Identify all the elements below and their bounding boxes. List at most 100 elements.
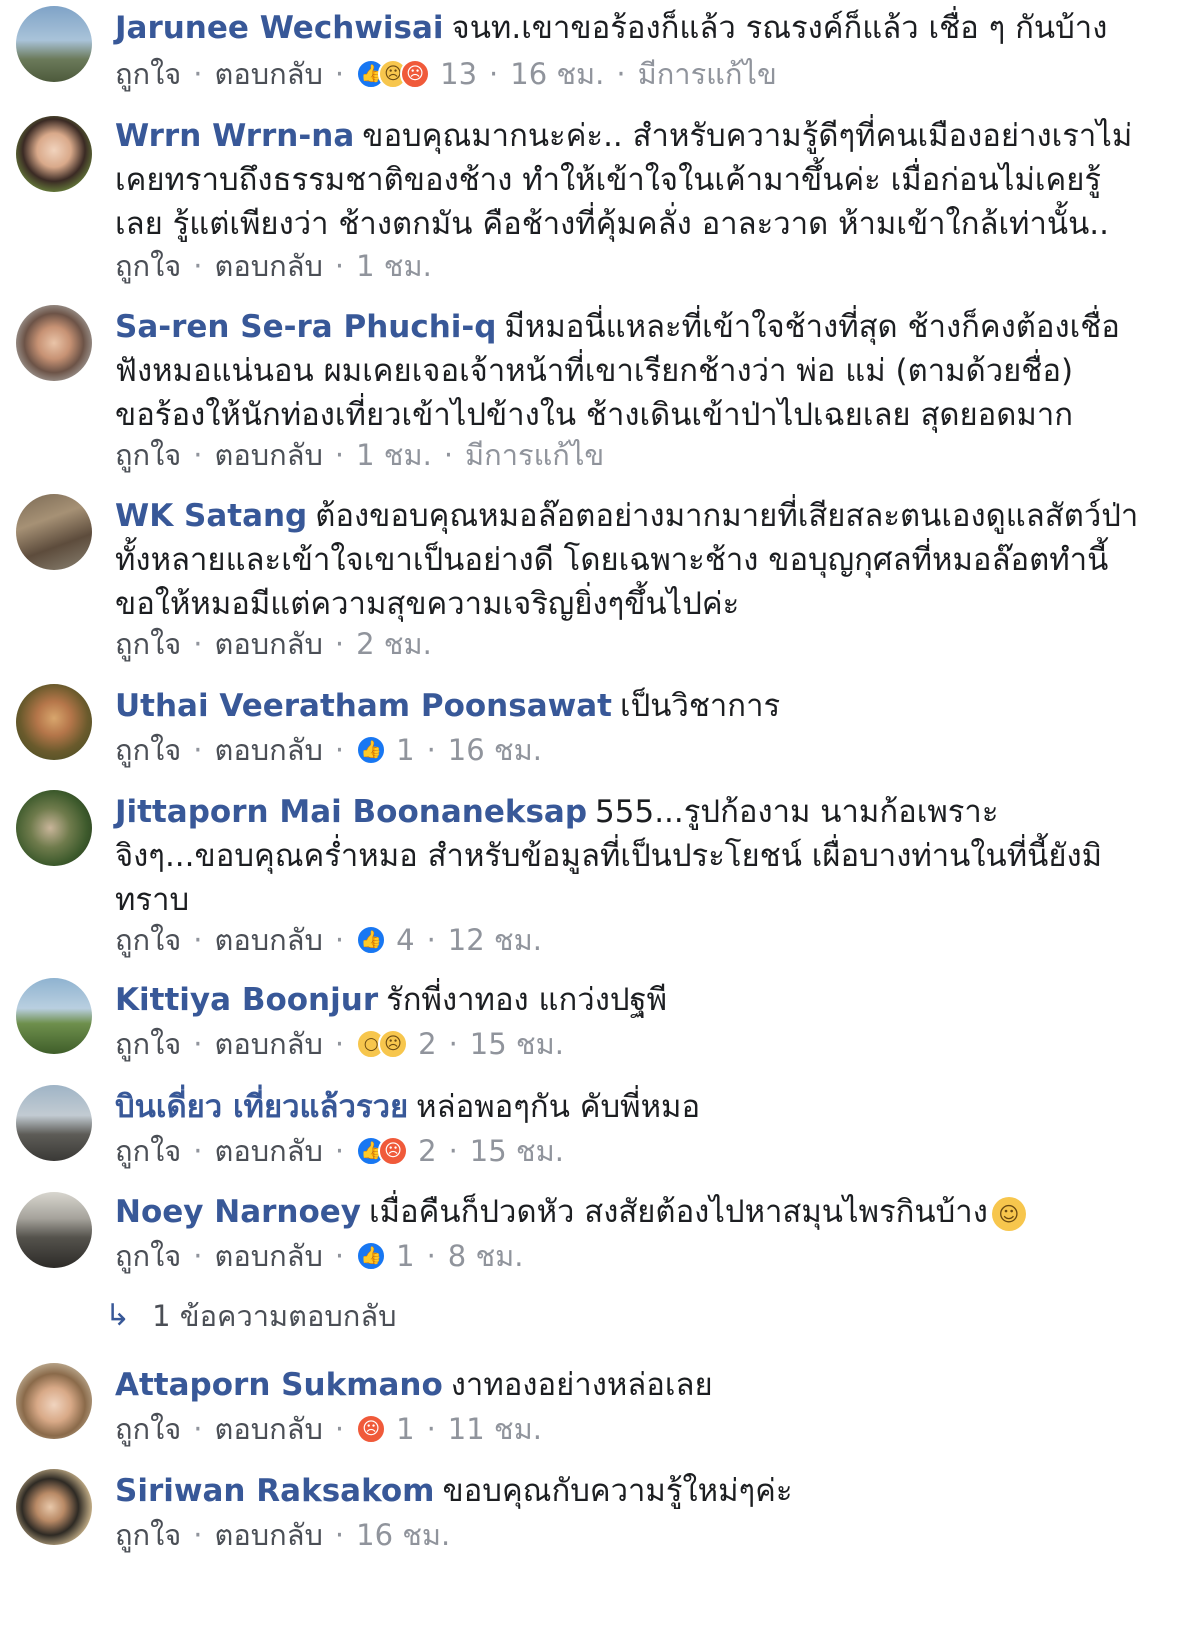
separator: · xyxy=(193,1412,203,1446)
commenter-name[interactable]: Kittiya Boonjur xyxy=(115,982,378,1018)
reactions[interactable]: 👍 xyxy=(356,735,387,765)
reaction-count[interactable]: 2 xyxy=(418,1024,436,1064)
separator: · xyxy=(193,733,203,767)
reaction-count[interactable]: 13 xyxy=(440,54,477,94)
separator: · xyxy=(334,1027,345,1061)
reactions[interactable]: 👍 ☹ xyxy=(356,1136,409,1166)
commenter-name[interactable]: Wrrn Wrrn-na xyxy=(115,118,354,154)
edited-label[interactable]: มีการแก้ไข xyxy=(465,435,604,475)
separator: · xyxy=(334,1134,345,1168)
avatar[interactable] xyxy=(16,494,92,570)
separator: · xyxy=(426,1239,436,1273)
like-icon: 👍 xyxy=(356,925,387,955)
reply-link[interactable]: ตอบกลับ xyxy=(215,1024,323,1064)
commenter-name[interactable]: Jittaporn Mai Boonaneksap xyxy=(115,794,587,830)
reply-link[interactable]: ตอบกลับ xyxy=(215,54,323,94)
like-link[interactable]: ถูกใจ xyxy=(115,1024,181,1064)
reactions[interactable]: 👍 xyxy=(356,925,387,955)
comment-text: งาทองอย่างหล่อเลย xyxy=(450,1367,713,1403)
avatar[interactable] xyxy=(16,305,92,381)
like-icon: 👍 xyxy=(356,1241,387,1271)
timestamp[interactable]: 11 ชม. xyxy=(448,1409,542,1449)
avatar[interactable] xyxy=(16,684,92,760)
separator: · xyxy=(448,1134,458,1168)
avatar[interactable] xyxy=(16,978,92,1054)
comment-thread: Jarunee Wechwisai จนท.เขาขอร้องก็แล้ว รณร… xyxy=(0,0,1200,1650)
view-replies-link[interactable]: ↳ 1 ข้อความตอบกลับ xyxy=(105,1296,397,1336)
sweat-smile-emoji: ☺ xyxy=(991,1196,1026,1231)
avatar[interactable] xyxy=(16,1363,92,1439)
timestamp[interactable]: 16 ชม. xyxy=(448,730,542,770)
commenter-name[interactable]: บินเดี่ยว เที่ยวแล้วรวย xyxy=(115,1089,408,1125)
commenter-name[interactable]: Siriwan Raksakom xyxy=(115,1473,434,1509)
timestamp[interactable]: 16 ชม. xyxy=(356,1515,450,1555)
separator: · xyxy=(334,57,345,91)
reaction-count[interactable]: 1 xyxy=(396,1236,414,1276)
separator: · xyxy=(334,1412,345,1446)
like-link[interactable]: ถูกใจ xyxy=(115,1131,181,1171)
avatar[interactable] xyxy=(16,116,92,192)
reaction-count[interactable]: 1 xyxy=(396,1409,414,1449)
avatar[interactable] xyxy=(16,1469,92,1545)
reply-link[interactable]: ตอบกลับ xyxy=(215,624,323,664)
like-link[interactable]: ถูกใจ xyxy=(115,435,181,475)
angry-icon: ☹ xyxy=(356,1414,387,1444)
reply-link[interactable]: ตอบกลับ xyxy=(215,920,323,960)
commenter-name[interactable]: Noey Narnoey xyxy=(115,1194,361,1230)
timestamp[interactable]: 1 ชม. xyxy=(356,435,432,475)
angry-icon: ☹ xyxy=(400,59,431,89)
reactions[interactable]: ○ ☹ xyxy=(356,1029,409,1059)
timestamp[interactable]: 15 ชม. xyxy=(470,1024,564,1064)
commenter-name[interactable]: Uthai Veeratham Poonsawat xyxy=(115,688,612,724)
separator: · xyxy=(193,249,203,283)
like-link[interactable]: ถูกใจ xyxy=(115,1515,181,1555)
like-link[interactable]: ถูกใจ xyxy=(115,1409,181,1449)
timestamp[interactable]: 12 ชม. xyxy=(448,920,542,960)
separator: · xyxy=(193,57,203,91)
comment-text: หล่อพอๆกัน คับพี่หมอ xyxy=(416,1089,701,1125)
commenter-name[interactable]: Attaporn Sukmano xyxy=(115,1367,443,1403)
reply-link[interactable]: ตอบกลับ xyxy=(215,1236,323,1276)
separator: · xyxy=(193,1134,203,1168)
timestamp[interactable]: 15 ชม. xyxy=(470,1131,564,1171)
reactions[interactable]: 👍 xyxy=(356,1241,387,1271)
separator: · xyxy=(334,923,345,957)
reply-link[interactable]: ตอบกลับ xyxy=(215,730,323,770)
reactions[interactable]: ☹ xyxy=(356,1414,387,1444)
reaction-count[interactable]: 1 xyxy=(396,730,414,770)
timestamp[interactable]: 1 ชม. xyxy=(356,246,432,286)
reaction-count[interactable]: 2 xyxy=(418,1131,436,1171)
separator: · xyxy=(443,438,454,472)
reaction-count[interactable]: 4 xyxy=(396,920,414,960)
separator: · xyxy=(448,1027,458,1061)
like-link[interactable]: ถูกใจ xyxy=(115,1236,181,1276)
reply-link[interactable]: ตอบกลับ xyxy=(215,246,323,286)
comment-text: รักพี่งาทอง แกว่งปฐพี xyxy=(386,982,668,1018)
separator: · xyxy=(334,438,345,472)
like-link[interactable]: ถูกใจ xyxy=(115,246,181,286)
like-link[interactable]: ถูกใจ xyxy=(115,624,181,664)
timestamp[interactable]: 16 ชม. xyxy=(510,54,604,94)
timestamp[interactable]: 8 ชม. xyxy=(448,1236,524,1276)
commenter-name[interactable]: WK Satang xyxy=(115,498,307,534)
avatar[interactable] xyxy=(16,790,92,866)
edited-label[interactable]: มีการแก้ไข xyxy=(638,54,777,94)
commenter-name[interactable]: Jarunee Wechwisai xyxy=(115,10,444,46)
separator: · xyxy=(426,1412,436,1446)
avatar[interactable] xyxy=(16,1085,92,1161)
like-link[interactable]: ถูกใจ xyxy=(115,920,181,960)
like-link[interactable]: ถูกใจ xyxy=(115,54,181,94)
reply-link[interactable]: ตอบกลับ xyxy=(215,1409,323,1449)
reply-link[interactable]: ตอบกลับ xyxy=(215,1131,323,1171)
reply-link[interactable]: ตอบกลับ xyxy=(215,1515,323,1555)
reply-link[interactable]: ตอบกลับ xyxy=(215,435,323,475)
avatar[interactable] xyxy=(16,6,92,82)
commenter-name[interactable]: Sa-ren Se-ra Phuchi-q xyxy=(115,309,497,345)
avatar[interactable] xyxy=(16,1192,92,1268)
separator: · xyxy=(426,733,436,767)
replies-count-label[interactable]: 1 ข้อความตอบกลับ xyxy=(152,1296,396,1336)
reactions[interactable]: 👍 ☹ ☹ xyxy=(356,59,431,89)
separator: · xyxy=(193,1239,203,1273)
like-link[interactable]: ถูกใจ xyxy=(115,730,181,770)
timestamp[interactable]: 2 ชม. xyxy=(356,624,432,664)
